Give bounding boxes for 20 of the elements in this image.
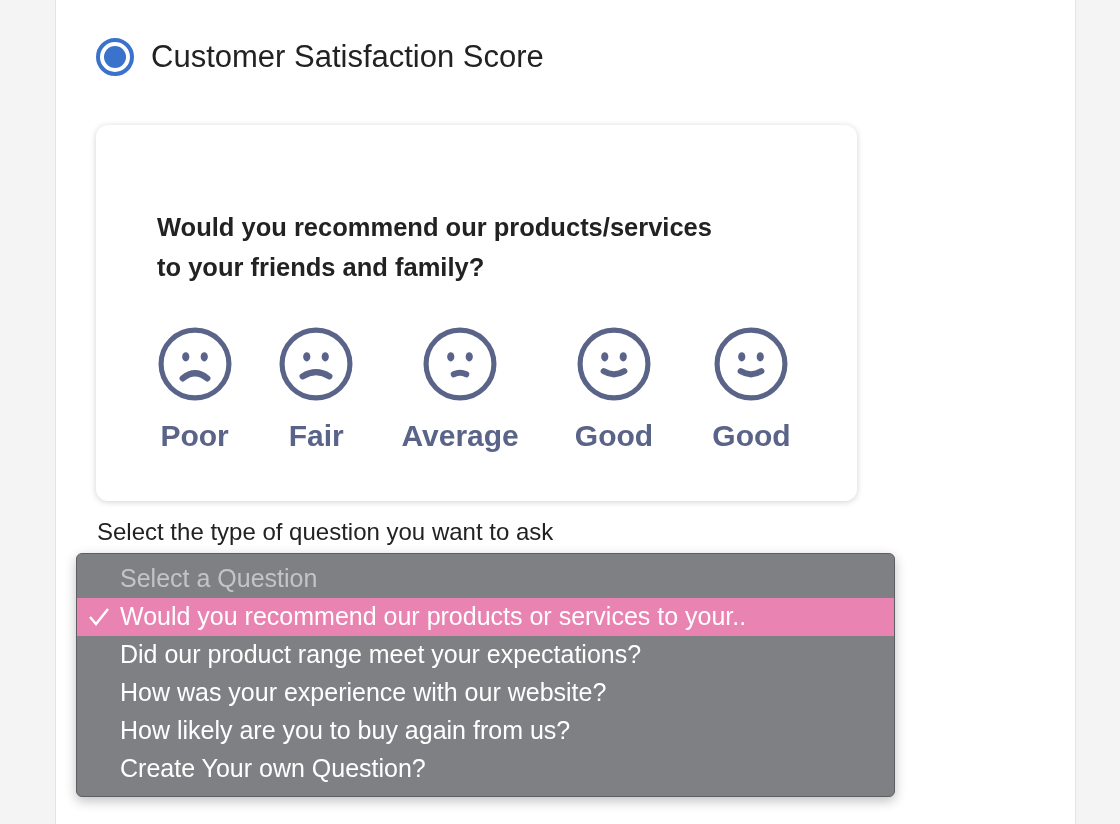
menu-option[interactable]: Did our product range meet your expectations?	[77, 636, 894, 674]
check-icon	[88, 607, 110, 627]
face-icon[interactable]	[423, 326, 498, 401]
question-text: Would you recommend our products/services to your friends and family?	[157, 211, 713, 283]
option-label: Customer Satisfaction Score	[151, 38, 544, 76]
face-icon[interactable]	[157, 326, 232, 401]
face-icon[interactable]	[714, 326, 789, 401]
face-icon[interactable]	[577, 326, 651, 401]
rating-label: Good	[712, 417, 791, 454]
rating-label: Average	[401, 417, 519, 454]
field-label: Select the type of question you want to ask	[97, 518, 555, 545]
radio-button[interactable]	[96, 38, 134, 77]
rating-label: Fair	[288, 417, 344, 454]
menu-option[interactable]: Create Your own Question?	[77, 750, 894, 788]
menu-option[interactable]: How was your experience with our website?	[77, 674, 894, 712]
face-icon[interactable]	[279, 326, 354, 401]
rating-label: Good	[574, 417, 654, 454]
menu-option[interactable]: Would you recommend our products or services to your..	[77, 598, 894, 636]
rating-label: Poor	[160, 417, 229, 454]
menu-option[interactable]: How likely are you to buy again from us?	[77, 712, 894, 750]
